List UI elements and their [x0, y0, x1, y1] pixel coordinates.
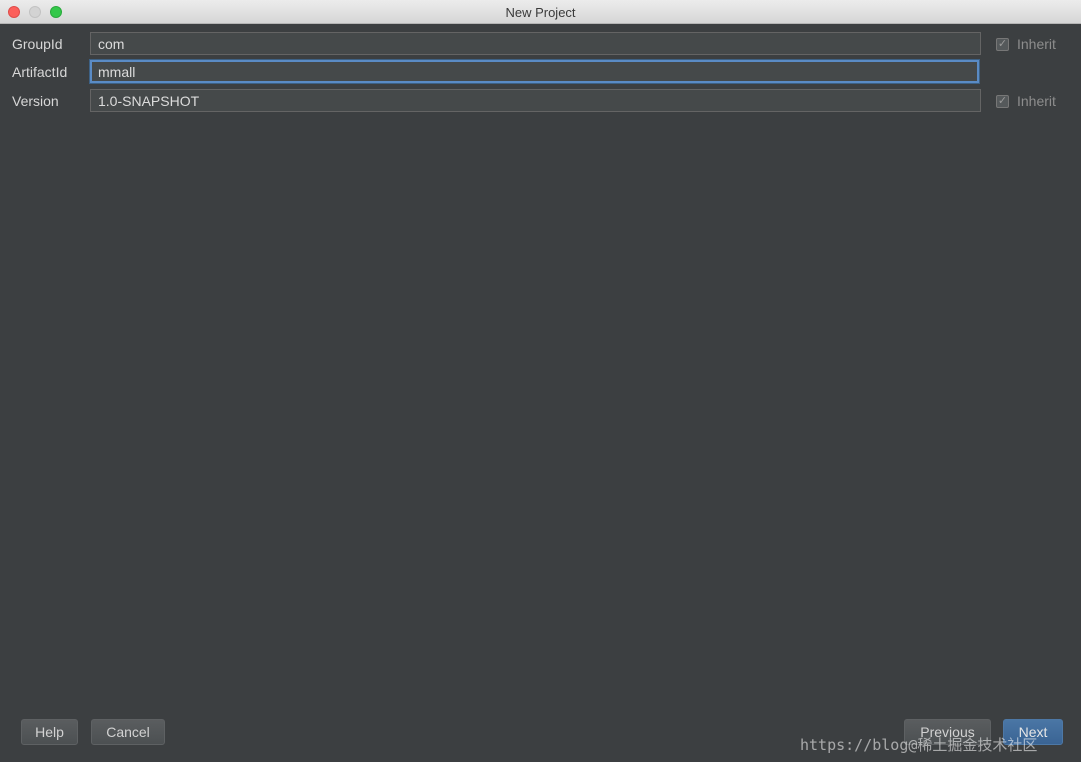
new-project-dialog: New Project GroupId ✓ Inherit ArtifactId… — [0, 0, 1081, 762]
groupid-label: GroupId — [12, 36, 63, 52]
groupid-input[interactable] — [90, 32, 981, 55]
title-bar: New Project — [0, 0, 1081, 24]
groupid-inherit[interactable]: ✓ Inherit — [996, 32, 1056, 56]
watermark-text: https://blog@稀土掘金技术社区 — [800, 736, 1038, 754]
artifactid-row: ArtifactId — [0, 60, 1081, 84]
version-inherit-label: Inherit — [1017, 93, 1056, 109]
cancel-button[interactable]: Cancel — [91, 719, 165, 745]
groupid-inherit-checkbox[interactable]: ✓ — [996, 37, 1009, 51]
window-title: New Project — [505, 5, 576, 20]
artifactid-input[interactable] — [90, 60, 979, 83]
groupid-inherit-label: Inherit — [1017, 36, 1056, 52]
version-inherit-checkbox[interactable]: ✓ — [996, 94, 1009, 108]
version-label: Version — [12, 93, 59, 109]
version-inherit[interactable]: ✓ Inherit — [996, 89, 1056, 113]
version-input[interactable] — [90, 89, 981, 112]
version-row: Version ✓ Inherit — [0, 89, 1081, 113]
help-button[interactable]: Help — [21, 719, 78, 745]
artifactid-label: ArtifactId — [12, 64, 68, 80]
groupid-row: GroupId ✓ Inherit — [0, 32, 1081, 56]
